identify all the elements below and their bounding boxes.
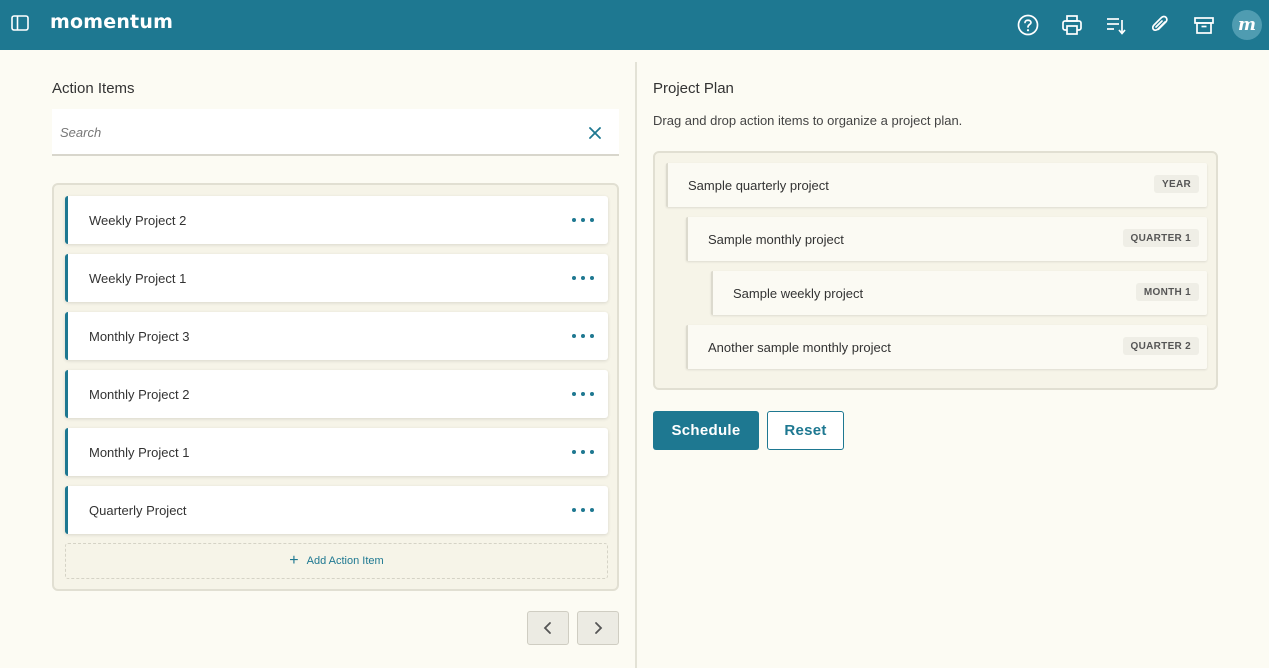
more-options-icon[interactable] xyxy=(572,500,594,520)
search-box xyxy=(52,109,619,156)
close-icon[interactable] xyxy=(587,125,603,141)
previous-page-button[interactable] xyxy=(527,611,569,645)
plan-item[interactable]: Sample monthly project QUARTER 1 xyxy=(686,217,1207,261)
archive-icon[interactable] xyxy=(1192,13,1216,37)
action-item-label: Monthly Project 1 xyxy=(89,445,190,460)
help-icon[interactable] xyxy=(1016,13,1040,37)
action-item[interactable]: Quarterly Project xyxy=(65,486,608,534)
plan-item[interactable]: Another sample monthly project QUARTER 2 xyxy=(686,325,1207,369)
chevron-right-icon xyxy=(595,622,603,634)
sidebar-toggle-icon[interactable] xyxy=(10,13,30,33)
top-bar: momentum m xyxy=(0,0,1269,50)
plan-item-badge: QUARTER 2 xyxy=(1122,337,1199,355)
action-items-list: Weekly Project 2 Weekly Project 1 Monthl… xyxy=(52,183,619,591)
plan-item-label: Sample monthly project xyxy=(708,232,844,247)
action-item[interactable]: Weekly Project 2 xyxy=(65,196,608,244)
app-logo[interactable]: momentum xyxy=(50,11,173,33)
add-action-item-button[interactable]: + Add Action Item xyxy=(65,543,608,579)
plan-item-label: Another sample monthly project xyxy=(708,340,891,355)
plus-icon: + xyxy=(289,552,299,569)
action-item-label: Weekly Project 2 xyxy=(89,213,187,228)
more-options-icon[interactable] xyxy=(572,442,594,462)
project-plan-subtitle: Drag and drop action items to organize a… xyxy=(653,113,963,128)
reset-button[interactable]: Reset xyxy=(767,411,844,450)
attachment-icon[interactable] xyxy=(1148,13,1172,37)
project-plan-title: Project Plan xyxy=(653,80,734,97)
more-options-icon[interactable] xyxy=(572,326,594,346)
add-action-item-label: Add Action Item xyxy=(306,555,384,567)
more-options-icon[interactable] xyxy=(572,210,594,230)
plan-item-label: Sample weekly project xyxy=(733,286,864,301)
print-icon[interactable] xyxy=(1060,13,1084,37)
action-item-label: Quarterly Project xyxy=(89,503,187,518)
next-page-button[interactable] xyxy=(577,611,619,645)
project-plan-tree: Sample quarterly project YEAR Sample mon… xyxy=(653,151,1218,390)
action-item-label: Monthly Project 2 xyxy=(89,387,190,402)
action-item-label: Weekly Project 1 xyxy=(89,271,187,286)
user-avatar[interactable]: m xyxy=(1232,10,1262,40)
action-item[interactable]: Monthly Project 1 xyxy=(65,428,608,476)
sort-list-icon[interactable] xyxy=(1104,13,1128,37)
header-toolbar: m xyxy=(1016,0,1269,50)
action-item-label: Monthly Project 3 xyxy=(89,329,190,344)
action-item[interactable]: Weekly Project 1 xyxy=(65,254,608,302)
action-items-title: Action Items xyxy=(52,80,135,97)
schedule-button[interactable]: Schedule xyxy=(653,411,759,450)
plan-item-badge: MONTH 1 xyxy=(1135,283,1199,301)
panel-divider xyxy=(635,62,637,668)
plan-item-badge: YEAR xyxy=(1154,175,1199,193)
plan-item-badge: QUARTER 1 xyxy=(1122,229,1199,247)
more-options-icon[interactable] xyxy=(572,384,594,404)
plan-item[interactable]: Sample quarterly project YEAR xyxy=(666,163,1207,207)
chevron-left-icon xyxy=(543,622,551,634)
action-item[interactable]: Monthly Project 2 xyxy=(65,370,608,418)
plan-item-label: Sample quarterly project xyxy=(688,178,829,193)
more-options-icon[interactable] xyxy=(572,268,594,288)
action-item[interactable]: Monthly Project 3 xyxy=(65,312,608,360)
search-input[interactable] xyxy=(58,121,558,143)
plan-item[interactable]: Sample weekly project MONTH 1 xyxy=(711,271,1207,315)
